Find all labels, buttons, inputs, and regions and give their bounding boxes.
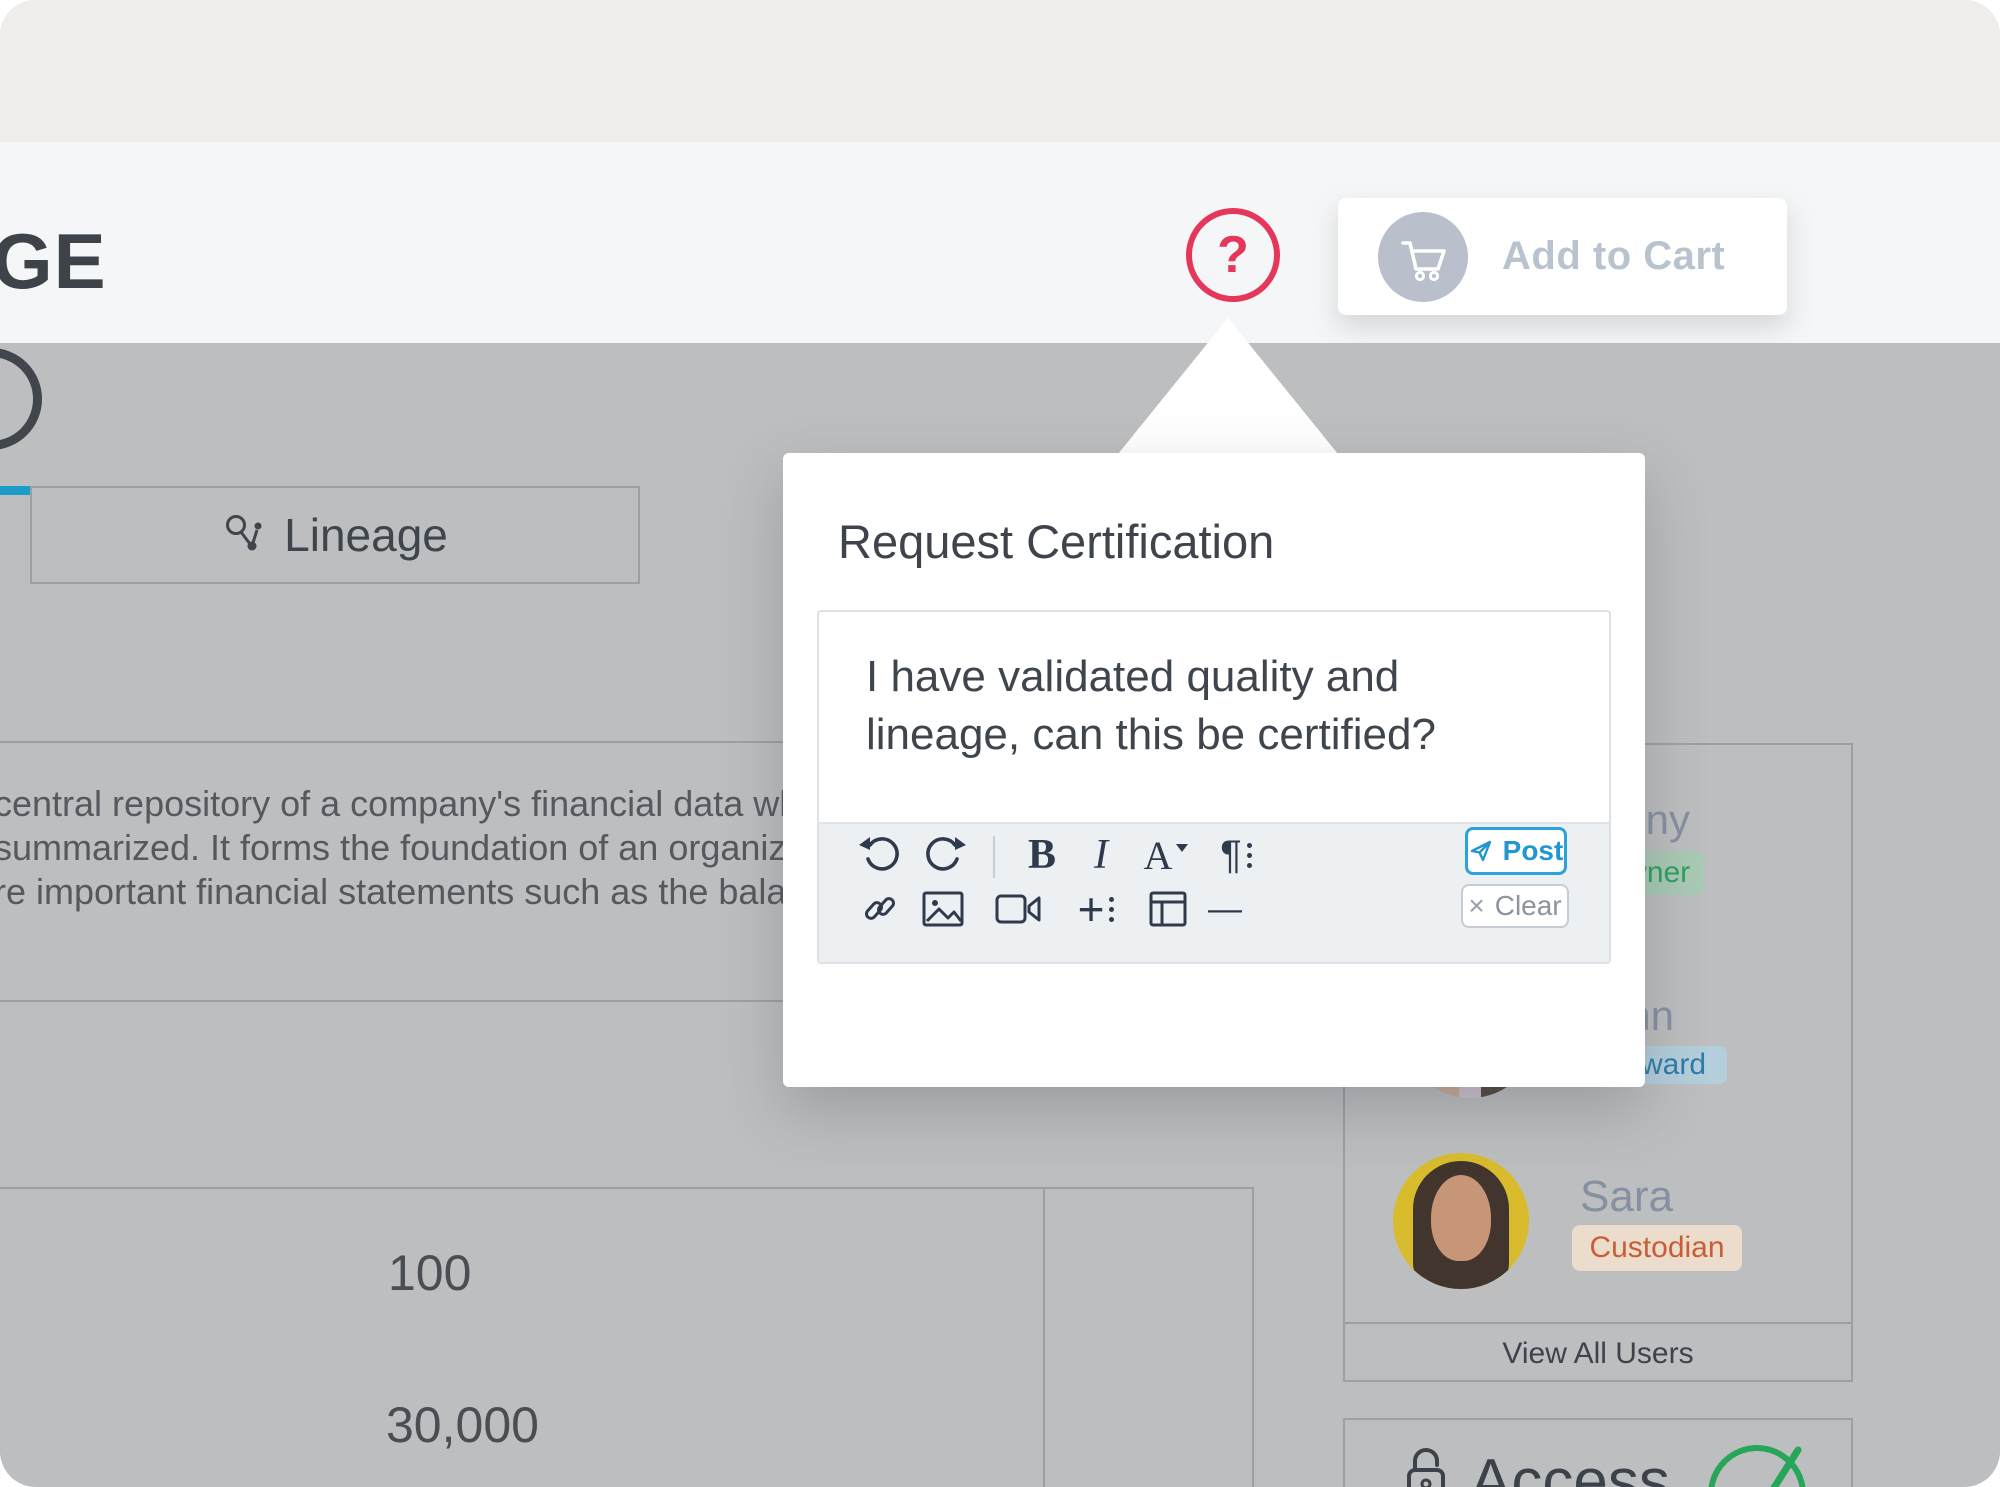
description-line: central repository of a company's financ… bbox=[0, 783, 914, 825]
dots-icon bbox=[1109, 897, 1114, 922]
popup-title: Request Certification bbox=[838, 514, 1274, 569]
lineage-icon bbox=[222, 512, 268, 558]
role-badge-custodian: Custodian bbox=[1572, 1225, 1742, 1271]
font-size-button[interactable]: A bbox=[1136, 830, 1196, 880]
add-to-cart-label: Add to Cart bbox=[1502, 234, 1725, 279]
certified-check-icon bbox=[1700, 1432, 1820, 1487]
page-title: GE bbox=[0, 216, 107, 307]
send-icon bbox=[1469, 839, 1493, 863]
app-window: GE ? Add to Cart Lineage central reposit… bbox=[0, 0, 2000, 1487]
divider bbox=[1343, 1322, 1853, 1324]
description-line: summarized. It forms the foundation of a… bbox=[0, 827, 914, 869]
table-icon bbox=[1147, 889, 1189, 929]
toolbar-divider bbox=[993, 836, 995, 878]
undo-icon bbox=[858, 833, 902, 877]
insert-video-button[interactable] bbox=[990, 886, 1048, 932]
font-size-icon: A bbox=[1144, 832, 1173, 879]
link-icon bbox=[860, 889, 900, 929]
access-panel-title: Access bbox=[1470, 1446, 1670, 1487]
insert-element-button[interactable]: + bbox=[1066, 886, 1126, 932]
undo-button[interactable] bbox=[856, 832, 904, 878]
clear-button[interactable]: × Clear bbox=[1461, 884, 1569, 928]
redo-icon bbox=[923, 833, 967, 877]
comment-line: lineage, can this be certified? bbox=[866, 706, 1436, 764]
lock-icon bbox=[1395, 1440, 1457, 1487]
video-icon bbox=[993, 890, 1045, 928]
active-tab-accent bbox=[0, 486, 30, 495]
plus-icon: + bbox=[1078, 882, 1105, 936]
horizontal-rule-button[interactable]: — bbox=[1200, 886, 1250, 932]
description-line: re important financial statements such a… bbox=[0, 871, 914, 913]
paragraph-button[interactable]: ¶ bbox=[1206, 830, 1266, 880]
stat-value-rows: 100 bbox=[388, 1244, 471, 1302]
bold-icon: B bbox=[1028, 831, 1056, 879]
close-icon: × bbox=[1468, 890, 1484, 922]
post-button-label: Post bbox=[1503, 835, 1564, 867]
insert-table-button[interactable] bbox=[1144, 886, 1192, 932]
cart-icon bbox=[1397, 231, 1449, 283]
link-button[interactable] bbox=[856, 886, 904, 932]
tab-lineage-label: Lineage bbox=[284, 508, 448, 562]
insert-image-button[interactable] bbox=[917, 886, 969, 932]
chevron-down-icon bbox=[1176, 844, 1188, 852]
comment-line: I have validated quality and bbox=[866, 648, 1436, 706]
tab-lineage[interactable]: Lineage bbox=[30, 486, 640, 584]
clear-button-label: Clear bbox=[1495, 890, 1562, 922]
popup-arrow bbox=[1118, 318, 1338, 454]
comment-text[interactable]: I have validated quality and lineage, ca… bbox=[866, 648, 1436, 764]
post-button[interactable]: Post bbox=[1465, 827, 1567, 875]
bold-button[interactable]: B bbox=[1018, 830, 1066, 880]
redo-button[interactable] bbox=[921, 832, 969, 878]
help-icon[interactable]: ? bbox=[1186, 208, 1280, 302]
user-name: Sara bbox=[1433, 1172, 1673, 1222]
question-mark-glyph: ? bbox=[1217, 225, 1249, 285]
stats-panel bbox=[0, 1187, 1254, 1487]
view-all-users-button[interactable]: View All Users bbox=[1343, 1335, 1853, 1373]
italic-button[interactable]: I bbox=[1079, 830, 1123, 880]
italic-icon: I bbox=[1094, 831, 1108, 879]
paragraph-icon: ¶ bbox=[1220, 833, 1241, 878]
minus-icon: — bbox=[1208, 890, 1242, 929]
image-icon bbox=[920, 889, 966, 929]
dots-icon bbox=[1247, 843, 1252, 868]
cart-icon-circle bbox=[1378, 212, 1468, 302]
add-to-cart-button[interactable]: Add to Cart bbox=[1338, 198, 1787, 315]
stats-column-divider bbox=[1043, 1187, 1045, 1487]
browser-chrome-band bbox=[0, 0, 2000, 142]
stat-value-records: 30,000 bbox=[386, 1396, 539, 1454]
